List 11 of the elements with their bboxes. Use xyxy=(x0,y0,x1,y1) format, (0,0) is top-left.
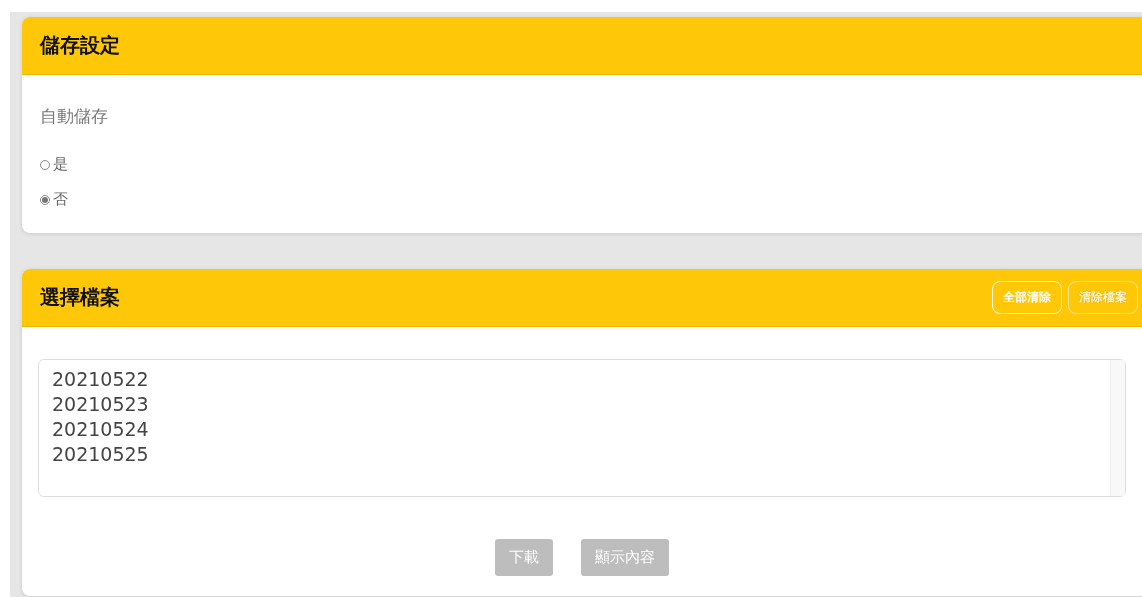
option-label[interactable]: 否 xyxy=(53,190,68,209)
file-item[interactable]: 20210522 xyxy=(52,367,1097,392)
file-item[interactable]: 20210525 xyxy=(52,442,1097,467)
scrollbar[interactable] xyxy=(1110,360,1125,496)
file-item[interactable]: 20210524 xyxy=(52,417,1097,442)
file-list[interactable]: 20210522 20210523 20210524 20210525 xyxy=(38,359,1126,497)
field-label: 自動儲存 xyxy=(40,105,109,128)
file-item[interactable]: 20210523 xyxy=(52,392,1097,417)
card-title: 選擇檔案 xyxy=(40,284,121,311)
card-title: 儲存設定 xyxy=(40,32,121,59)
option-label[interactable]: 是 xyxy=(53,155,68,174)
